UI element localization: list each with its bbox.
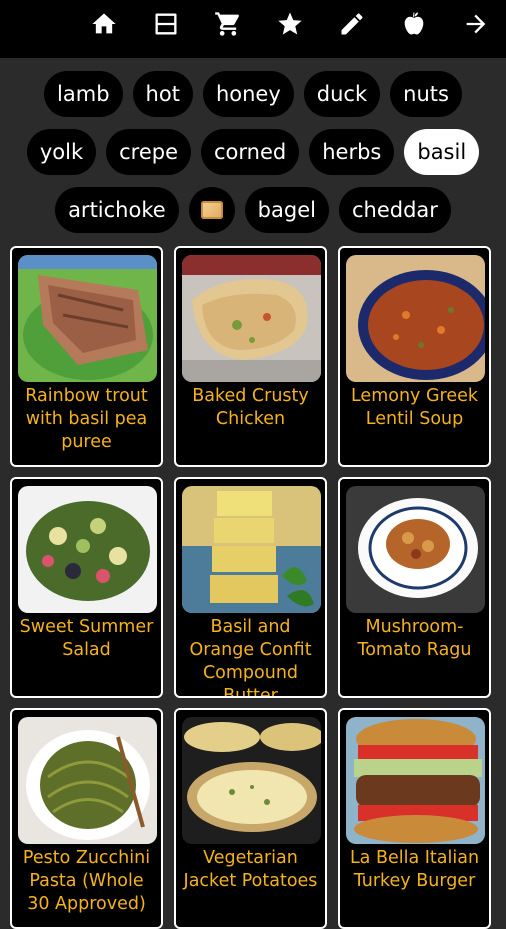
recipe-card[interactable]: Mushroom-Tomato Ragu <box>338 477 491 698</box>
chip-honey[interactable]: honey <box>202 71 294 117</box>
apple-icon[interactable] <box>394 4 434 44</box>
cheese-block-icon <box>200 201 223 219</box>
chip-herbs[interactable]: herbs <box>309 129 395 175</box>
recipe-title: Vegetarian Jacket Potatoes <box>183 848 318 891</box>
star-icon[interactable] <box>270 4 310 44</box>
chip-row: artichoke bagel cheddar <box>0 187 506 233</box>
chip-cheddar[interactable]: cheddar <box>338 187 451 233</box>
recipe-card[interactable]: Baked Crusty Chicken <box>174 246 327 467</box>
chip-yolk[interactable]: yolk <box>26 129 97 175</box>
chip-row: lamb hot honey duck nuts <box>0 71 506 117</box>
recipe-image-jacket-potatoes <box>182 717 321 844</box>
chip-basil-selected[interactable]: basil <box>404 129 480 175</box>
top-nav-bar <box>0 0 506 58</box>
chip-hot[interactable]: hot <box>132 71 193 117</box>
recipe-card[interactable]: Basil and Orange Confit Compound Butter <box>174 477 327 698</box>
chip-bagel[interactable]: bagel <box>244 187 329 233</box>
recipe-image-summer-salad <box>18 486 157 613</box>
recipe-card[interactable]: La Bella Italian Turkey Burger <box>338 708 491 929</box>
recipe-title: Lemony Greek Lentil Soup <box>350 386 478 429</box>
chip-corned[interactable]: corned <box>201 129 300 175</box>
recipe-image-basil-butter <box>182 486 321 613</box>
chip-artichoke[interactable]: artichoke <box>55 187 179 233</box>
view-list-icon[interactable] <box>146 4 186 44</box>
pencil-icon[interactable] <box>332 4 372 44</box>
recipe-card[interactable]: Vegetarian Jacket Potatoes <box>174 708 327 929</box>
chip-lamb[interactable]: lamb <box>44 71 123 117</box>
chip-duck[interactable]: duck <box>303 71 381 117</box>
recipe-image-trout <box>18 255 157 382</box>
recipe-title: Basil and Orange Confit Compound Butter <box>189 617 312 698</box>
recipe-card[interactable]: Rainbow trout with basil pea puree <box>10 246 163 467</box>
recipe-title: Pesto Zucchini Pasta (Whole 30 Approved) <box>22 848 151 914</box>
recipe-title: Mushroom-Tomato Ragu <box>357 617 472 660</box>
chip-crepe[interactable]: crepe <box>106 129 191 175</box>
recipe-image-mushroom-ragu <box>346 486 485 613</box>
recipe-title: Sweet Summer Salad <box>19 617 154 660</box>
recipe-title: Rainbow trout with basil pea puree <box>25 386 148 452</box>
recipe-image-pesto-zucchini <box>18 717 157 844</box>
chip-row: yolk crepe corned herbs basil <box>0 129 506 175</box>
chip-cheese-block[interactable] <box>188 187 235 233</box>
recipe-card[interactable]: Pesto Zucchini Pasta (Whole 30 Approved) <box>10 708 163 929</box>
shopping-cart-icon[interactable] <box>208 4 248 44</box>
recipe-title: La Bella Italian Turkey Burger <box>349 848 480 891</box>
recipe-title: Baked Crusty Chicken <box>192 386 309 429</box>
arrow-right-icon[interactable] <box>456 4 496 44</box>
home-icon[interactable] <box>84 4 124 44</box>
recipe-image-lentil-soup <box>346 255 485 382</box>
recipe-card[interactable]: Lemony Greek Lentil Soup <box>338 246 491 467</box>
chip-nuts[interactable]: nuts <box>390 71 462 117</box>
recipe-image-turkey-burger <box>346 717 485 844</box>
recipe-card[interactable]: Sweet Summer Salad <box>10 477 163 698</box>
recipe-image-chicken <box>182 255 321 382</box>
